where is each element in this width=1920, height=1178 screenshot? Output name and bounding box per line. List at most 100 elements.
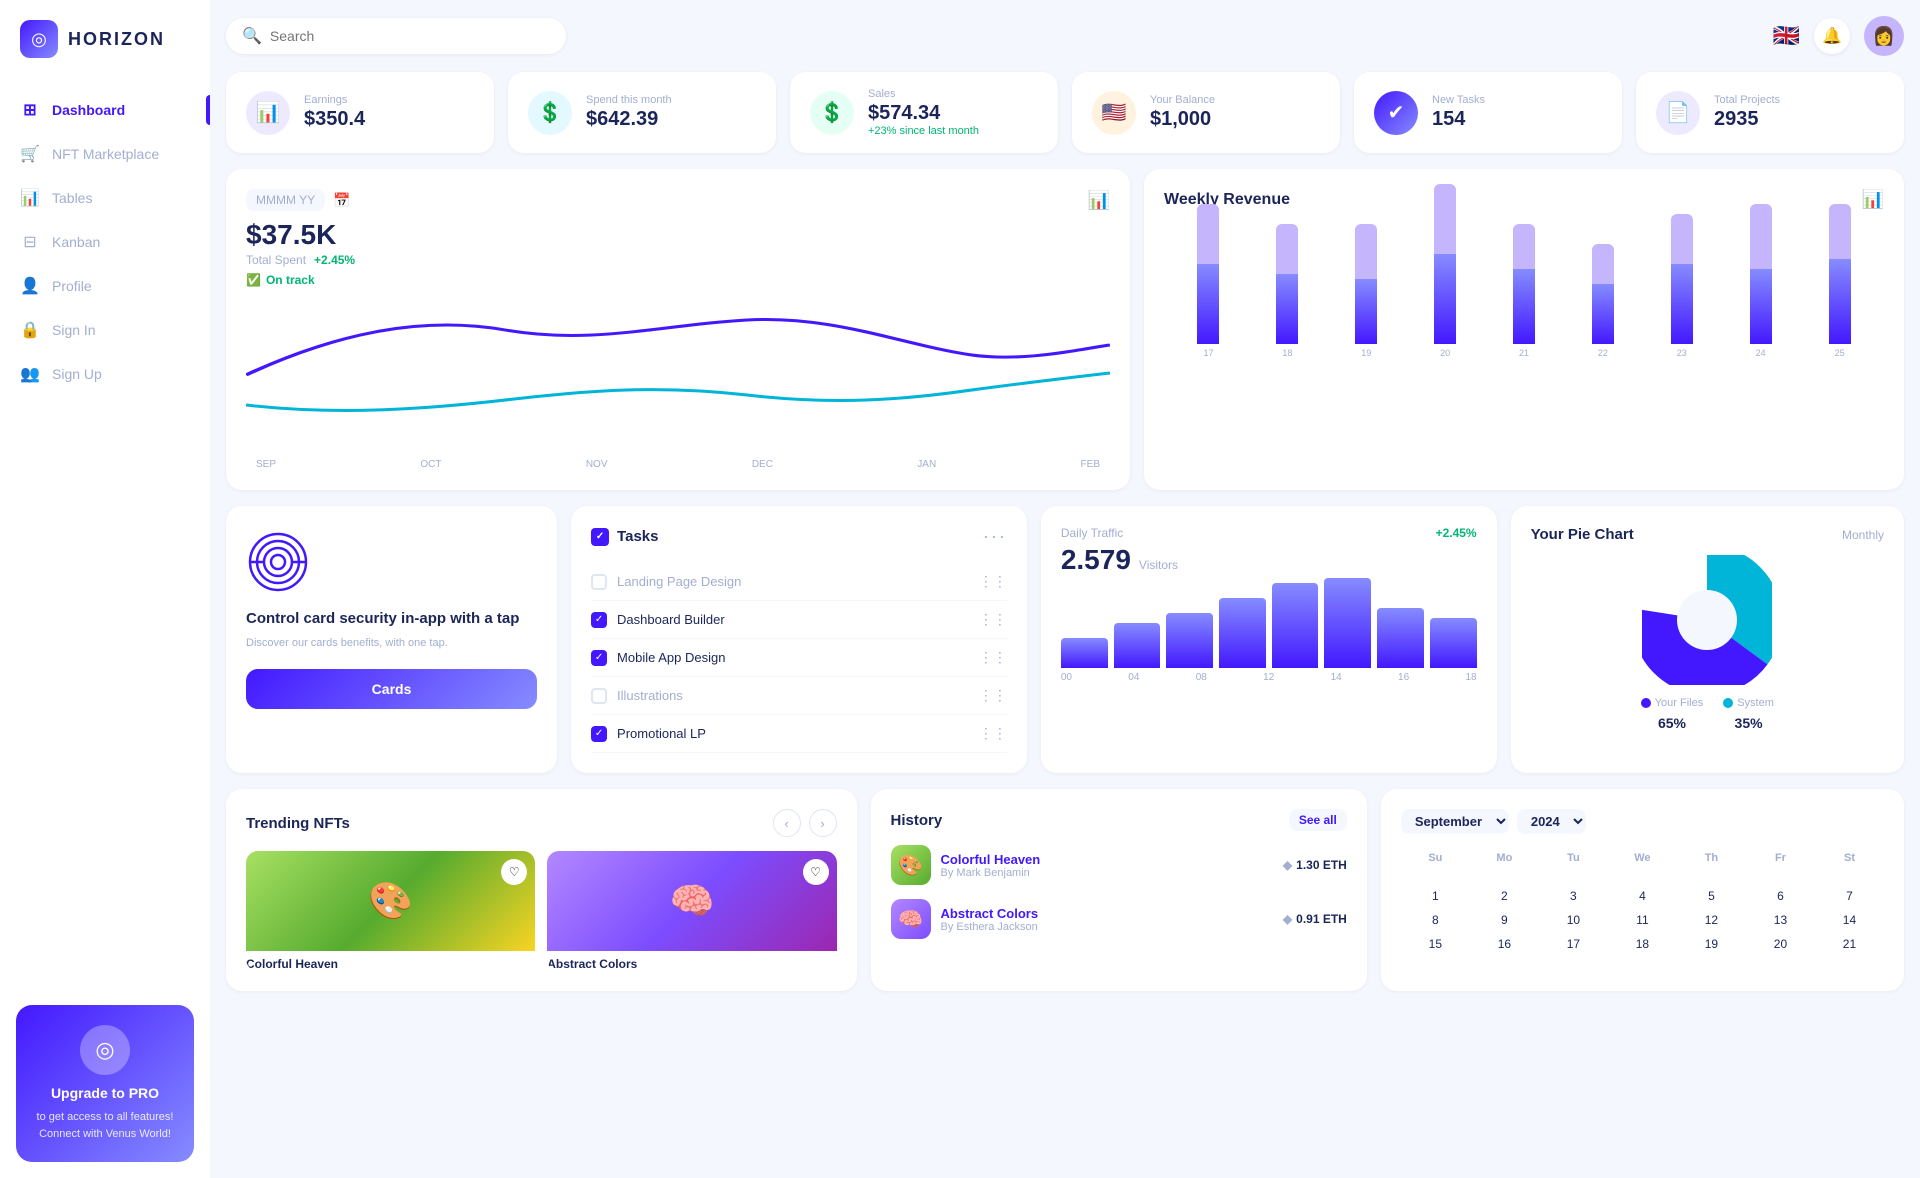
daily-traffic-card: Daily Traffic +2.45% 2.579 Visitors 00 0… [1041, 506, 1497, 773]
bar-group: 22 [1568, 244, 1637, 358]
pie-period[interactable]: Monthly [1842, 528, 1884, 542]
traffic-value: 2.579 [1061, 544, 1131, 576]
drag-handle[interactable]: ⋮⋮ [979, 611, 1007, 628]
drag-handle[interactable]: ⋮⋮ [979, 725, 1007, 742]
signin-icon: 🔒 [20, 320, 40, 340]
cal-day[interactable]: 15 [1401, 932, 1470, 956]
sidebar: ◎ HORIZON ⊞ Dashboard 🛒 NFT Marketplace … [0, 0, 210, 1178]
search-input[interactable] [270, 28, 550, 44]
task-item: ✓ Promotional LP ⋮⋮ [591, 715, 1007, 753]
calendar-grid: Su Mo Tu We Th Fr St 1234567891011121314… [1401, 848, 1884, 956]
cal-day[interactable]: 10 [1539, 908, 1608, 932]
history-thumb: 🎨 [891, 845, 931, 885]
task-item: Illustrations ⋮⋮ [591, 677, 1007, 715]
cal-day[interactable]: 20 [1746, 932, 1815, 956]
drag-handle[interactable]: ⋮⋮ [979, 649, 1007, 666]
stat-card-earnings: 📊 Earnings $350.4 [226, 72, 494, 153]
cal-day[interactable]: 21 [1815, 932, 1884, 956]
pie-chart-visual [1531, 555, 1884, 685]
cal-day[interactable]: 6 [1746, 884, 1815, 908]
nft-prev-button[interactable]: ‹ [773, 809, 801, 837]
cal-day[interactable]: 18 [1608, 932, 1677, 956]
history-info: Abstract Colors By Esthera Jackson [941, 906, 1039, 933]
cal-day [1608, 874, 1677, 884]
files-legend-dot [1641, 698, 1651, 708]
history-by: By Mark Benjamin [941, 867, 1041, 879]
files-legend-label: Your Files [1655, 697, 1704, 709]
cal-day[interactable]: 13 [1746, 908, 1815, 932]
cal-day[interactable]: 1 [1401, 884, 1470, 908]
bar-label: 25 [1835, 348, 1845, 358]
drag-handle[interactable]: ⋮⋮ [979, 573, 1007, 590]
task-checkbox[interactable]: ✓ [591, 650, 607, 666]
cal-day[interactable]: 9 [1470, 908, 1539, 932]
nft-next-button[interactable]: › [809, 809, 837, 837]
cal-day[interactable]: 2 [1470, 884, 1539, 908]
cal-day[interactable]: 5 [1677, 884, 1746, 908]
header-right: 🇬🇧 🔔 👩 [1773, 16, 1904, 56]
see-all-button[interactable]: See all [1289, 809, 1347, 831]
sidebar-item-signup[interactable]: 👥 Sign Up [0, 352, 210, 396]
traffic-x-label: 00 [1061, 672, 1072, 683]
nft-thumbnail: 🎨 [246, 851, 535, 951]
month-select[interactable]: September [1401, 809, 1509, 834]
cal-day[interactable]: 16 [1470, 932, 1539, 956]
nfts-header: Trending NFTs ‹ › [246, 809, 837, 837]
search-bar[interactable]: 🔍 [226, 18, 566, 54]
nft-heart-button[interactable]: ♡ [803, 859, 829, 885]
x-labels: SEP OCT NOV DEC JAN FEB [246, 459, 1110, 470]
history-price: ◆ 1.30 ETH [1283, 858, 1347, 872]
visitors-label: Visitors [1139, 558, 1178, 572]
date-label: MMMM YY [246, 189, 325, 211]
sidebar-item-label: NFT Marketplace [52, 146, 159, 162]
avatar[interactable]: 👩 [1864, 16, 1904, 56]
header: 🔍 🇬🇧 🔔 👩 [226, 16, 1904, 56]
sidebar-item-nft[interactable]: 🛒 NFT Marketplace [0, 132, 210, 176]
cal-day[interactable]: 17 [1539, 932, 1608, 956]
calendar-icon[interactable]: 📅 [333, 192, 350, 209]
cal-day[interactable]: 12 [1677, 908, 1746, 932]
traffic-x-labels: 00 04 08 12 14 16 18 [1061, 672, 1477, 683]
traffic-bar [1430, 618, 1477, 668]
nfts-grid: 🎨 ♡ Colorful Heaven 🧠 ♡ Abstract Colors [246, 851, 837, 971]
bar-group: 23 [1647, 214, 1716, 358]
bar-label: 23 [1677, 348, 1687, 358]
sidebar-item-kanban[interactable]: ⊟ Kanban [0, 220, 210, 264]
sidebar-item-label: Dashboard [52, 102, 125, 118]
drag-handle[interactable]: ⋮⋮ [979, 687, 1007, 704]
cards-button[interactable]: Cards [246, 669, 537, 709]
spending-amount: $37.5K [246, 219, 1110, 251]
cal-day[interactable]: 8 [1401, 908, 1470, 932]
tasks-header: ✓ Tasks ··· [591, 526, 1007, 547]
legend-item-files: Your Files 65% [1641, 697, 1704, 731]
task-checkbox[interactable] [591, 688, 607, 704]
stat-card-balance: 🇺🇸 Your Balance $1,000 [1072, 72, 1340, 153]
sidebar-item-dashboard[interactable]: ⊞ Dashboard [0, 88, 210, 132]
tasks-menu[interactable]: ··· [983, 526, 1007, 547]
sidebar-item-signin[interactable]: 🔒 Sign In [0, 308, 210, 352]
task-checkbox[interactable]: ✓ [591, 612, 607, 628]
cal-day[interactable]: 19 [1677, 932, 1746, 956]
charts-row: MMMM YY 📅 📊 $37.5K Total Spent +2.45% ✅ … [226, 169, 1904, 490]
cal-day[interactable]: 7 [1815, 884, 1884, 908]
task-checkbox[interactable]: ✓ [591, 726, 607, 742]
cal-day[interactable]: 11 [1608, 908, 1677, 932]
flag-icon[interactable]: 🇬🇧 [1773, 23, 1800, 49]
sidebar-item-tables[interactable]: 📊 Tables [0, 176, 210, 220]
traffic-label: Daily Traffic [1061, 526, 1123, 540]
task-name: Landing Page Design [617, 574, 741, 589]
cal-day[interactable]: 4 [1608, 884, 1677, 908]
card-control-desc: Discover our cards benefits, with one ta… [246, 637, 448, 649]
logo-text: HORIZON [68, 29, 165, 50]
notification-bell[interactable]: 🔔 [1814, 18, 1850, 54]
cal-day-header: Mo [1470, 848, 1539, 868]
cal-day [1401, 874, 1470, 884]
year-select[interactable]: 2024 [1517, 809, 1586, 834]
cal-day[interactable]: 3 [1539, 884, 1608, 908]
stat-card-info: Your Balance $1,000 [1150, 94, 1215, 131]
history-thumb: 🧠 [891, 899, 931, 939]
task-checkbox[interactable] [591, 574, 607, 590]
cal-day[interactable]: 14 [1815, 908, 1884, 932]
sidebar-item-profile[interactable]: 👤 Profile [0, 264, 210, 308]
system-legend-pct: 35% [1735, 715, 1763, 731]
